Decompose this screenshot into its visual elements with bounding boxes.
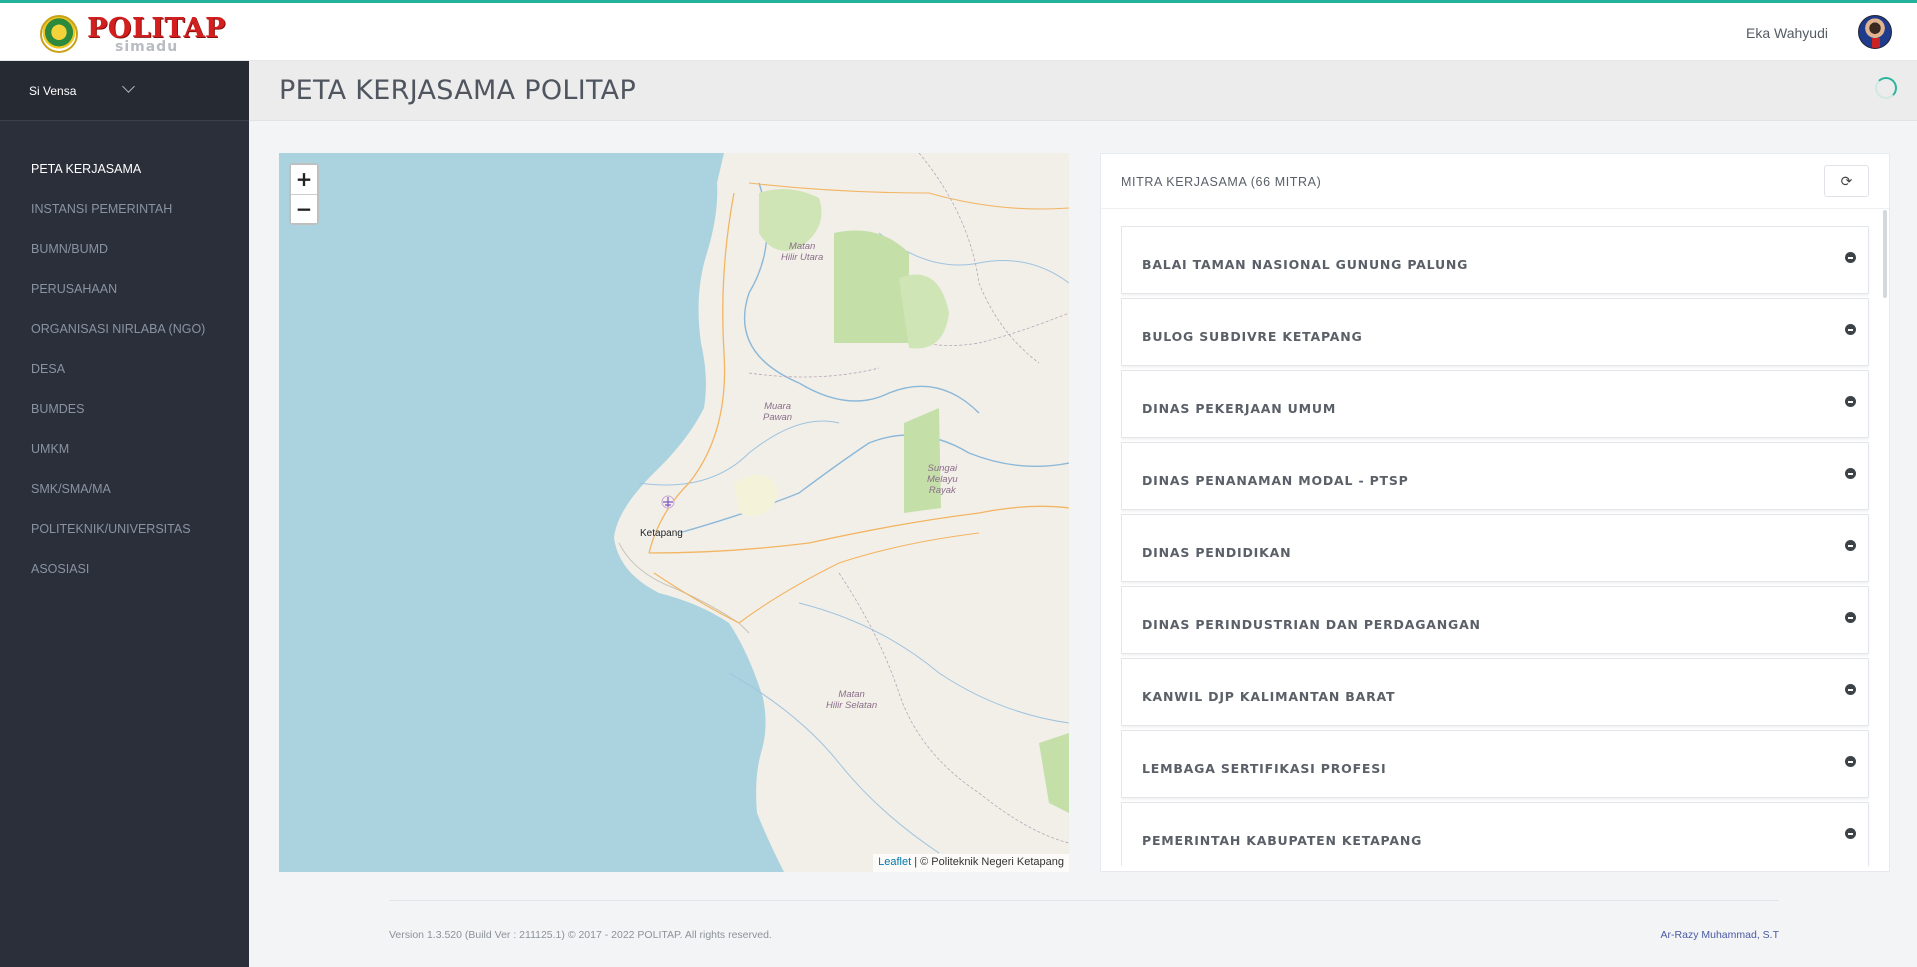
minus-circle-icon[interactable] (1845, 540, 1856, 551)
chevron-down-icon (122, 80, 135, 93)
mitra-scrollbar[interactable] (1883, 210, 1887, 298)
sidebar-item-smk-sma-ma[interactable]: SMK/SMA/MA (0, 469, 249, 509)
mitra-item[interactable]: BULOG SUBDIVRE KETAPANG (1121, 298, 1869, 366)
map-label-matan-hilir-selatan: Matan Hilir Selatan (826, 689, 878, 711)
refresh-button[interactable]: ⟳ (1824, 165, 1869, 197)
logo-subtext: simadu (115, 39, 179, 55)
page-header: PETA KERJASAMA POLITAP (249, 61, 1917, 121)
minus-circle-icon[interactable] (1845, 828, 1856, 839)
sidebar-item-bumn-bumd[interactable]: BUMN/BUMD (0, 229, 249, 269)
mitra-panel: MITRA KERJASAMA (66 MITRA) ⟳ BALAI TAMAN… (1100, 153, 1890, 872)
sidebar-item-instansi-pemerintah[interactable]: INSTANSI PEMERINTAH (0, 189, 249, 229)
app-switcher-label: Si Vensa (29, 84, 77, 98)
institution-seal-icon (40, 15, 78, 53)
minus-circle-icon[interactable] (1845, 324, 1856, 335)
panel-divider (1101, 208, 1889, 209)
partnership-map[interactable]: Matan Hilir Utara Muara Pawan Sungai Mel… (279, 153, 1069, 872)
mitra-item[interactable]: DINAS PEKERJAAN UMUM (1121, 370, 1869, 438)
mitra-item-name: BULOG SUBDIVRE KETAPANG (1142, 329, 1363, 344)
mitra-item-name: LEMBAGA SERTIFIKASI PROFESI (1142, 761, 1387, 776)
mitra-panel-title: MITRA KERJASAMA (66 MITRA) (1121, 175, 1322, 189)
footer-author-link[interactable]: Ar-Razy Muhammad, S.T (1661, 929, 1779, 941)
page-title: PETA KERJASAMA POLITAP (279, 75, 637, 106)
mitra-item-name: PEMERINTAH KABUPATEN KETAPANG (1142, 833, 1423, 848)
mitra-item[interactable]: DINAS PENANAMAN MODAL - PTSP (1121, 442, 1869, 510)
mitra-item-name: DINAS PENANAMAN MODAL - PTSP (1142, 473, 1409, 488)
mitra-item[interactable]: LEMBAGA SERTIFIKASI PROFESI (1121, 730, 1869, 798)
map-label-sungai-melayu-rayak: Sungai Melayu Rayak (927, 463, 958, 496)
minus-circle-icon[interactable] (1845, 252, 1856, 263)
sidebar-item-peta-kerjasama[interactable]: PETA KERJASAMA (0, 149, 249, 189)
footer-version: Version 1.3.520 (Build Ver : 211125.1) ©… (389, 929, 772, 941)
footer-divider (389, 900, 1779, 901)
minus-circle-icon[interactable] (1845, 612, 1856, 623)
zoom-out-button[interactable]: − (291, 194, 317, 223)
mitra-item[interactable]: DINAS PERINDUSTRIAN DAN PERDAGANGAN (1121, 586, 1869, 654)
map-zoom-control: + − (289, 163, 319, 225)
top-navbar: POLITAP simadu Eka Wahyudi (0, 3, 1917, 61)
user-name[interactable]: Eka Wahyudi (1746, 25, 1828, 41)
minus-circle-icon[interactable] (1845, 756, 1856, 767)
attribution-text: | © Politeknik Negeri Ketapang (911, 856, 1064, 868)
mitra-list[interactable]: BALAI TAMAN NASIONAL GUNUNG PALUNG BULOG… (1121, 226, 1871, 866)
mitra-item-name: DINAS PERINDUSTRIAN DAN PERDAGANGAN (1142, 617, 1481, 632)
loading-spinner-icon (1875, 77, 1897, 99)
mitra-item-name: KANWIL DJP KALIMANTAN BARAT (1142, 689, 1396, 704)
sidebar-item-bumdes[interactable]: BUMDES (0, 389, 249, 429)
refresh-icon: ⟳ (1840, 173, 1853, 189)
map-attribution: Leaflet | © Politeknik Negeri Ketapang (873, 854, 1069, 872)
map-tiles[interactable] (279, 153, 1069, 872)
sidebar-item-asosiasi[interactable]: ASOSIASI (0, 549, 249, 589)
sidebar-item-perusahaan[interactable]: PERUSAHAAN (0, 269, 249, 309)
leaflet-link[interactable]: Leaflet (878, 856, 911, 868)
sidebar-menu: PETA KERJASAMA INSTANSI PEMERINTAH BUMN/… (0, 149, 249, 589)
mitra-item[interactable]: PEMERINTAH KABUPATEN KETAPANG (1121, 802, 1869, 866)
app-switcher[interactable]: Si Vensa (0, 61, 249, 121)
sidebar-item-umkm[interactable]: UMKM (0, 429, 249, 469)
map-label-matan-hilir-utara: Matan Hilir Utara (781, 241, 824, 263)
mitra-item[interactable]: KANWIL DJP KALIMANTAN BARAT (1121, 658, 1869, 726)
minus-circle-icon[interactable] (1845, 684, 1856, 695)
sidebar: Si Vensa PETA KERJASAMA INSTANSI PEMERIN… (0, 61, 249, 967)
avatar[interactable] (1858, 15, 1892, 49)
map-label-muara-pawan: Muara Pawan (763, 401, 793, 423)
app-logo[interactable]: POLITAP simadu (40, 13, 225, 55)
mitra-item[interactable]: DINAS PENDIDIKAN (1121, 514, 1869, 582)
zoom-in-button[interactable]: + (291, 165, 317, 194)
map-label-ketapang: Ketapang (640, 528, 683, 539)
mitra-item-name: BALAI TAMAN NASIONAL GUNUNG PALUNG (1142, 257, 1469, 272)
sidebar-item-politeknik-universitas[interactable]: POLITEKNIK/UNIVERSITAS (0, 509, 249, 549)
minus-circle-icon[interactable] (1845, 396, 1856, 407)
sidebar-item-desa[interactable]: DESA (0, 349, 249, 389)
mitra-item[interactable]: BALAI TAMAN NASIONAL GUNUNG PALUNG (1121, 226, 1869, 294)
sidebar-item-ngo[interactable]: ORGANISASI NIRLABA (NGO) (0, 309, 249, 349)
mitra-item-name: DINAS PENDIDIKAN (1142, 545, 1292, 560)
mitra-item-name: DINAS PEKERJAAN UMUM (1142, 401, 1337, 416)
minus-circle-icon[interactable] (1845, 468, 1856, 479)
